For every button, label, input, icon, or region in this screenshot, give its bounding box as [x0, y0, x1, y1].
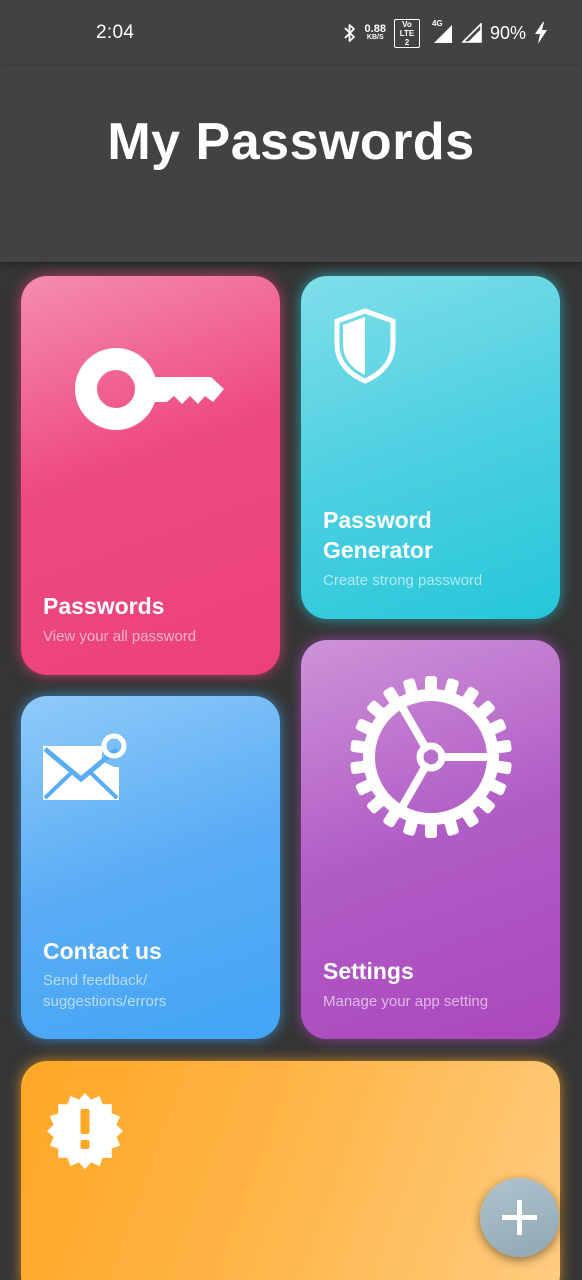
bluetooth-icon	[343, 24, 355, 42]
passwords-title: Passwords	[43, 593, 165, 619]
signal-4g: 4G	[428, 19, 454, 44]
signal-icon	[433, 25, 452, 43]
signal-icon	[461, 23, 482, 43]
mail-notification-icon	[43, 733, 127, 800]
plus-icon	[502, 1200, 537, 1235]
add-fab-button[interactable]	[480, 1178, 559, 1257]
key-icon	[75, 348, 224, 430]
settings-title: Settings	[323, 958, 414, 984]
passwords-card[interactable]: Passwords View your all password	[21, 276, 280, 675]
generator-title-line1: Password	[323, 507, 432, 533]
battery-percent: 90%	[489, 22, 526, 43]
contact-subtitle-line1: Send feedback/	[43, 972, 148, 989]
passwords-subtitle: View your all password	[43, 628, 197, 645]
net-speed-unit: KB/S	[366, 34, 384, 41]
status-bar: 2:04 0.88 KB/S Vo LTE 2 4G 90%	[0, 0, 582, 66]
page-title: My Passwords	[107, 113, 475, 171]
generator-title-line2: Generator	[323, 537, 433, 563]
gear-icon	[350, 676, 512, 838]
contact-title: Contact us	[43, 938, 162, 964]
contact-us-card[interactable]: Contact us Send feedback/ suggestions/er…	[21, 696, 280, 1039]
app-screen: 2:04 0.88 KB/S Vo LTE 2 4G 90% My Passwo…	[0, 0, 582, 1280]
charging-icon	[535, 22, 547, 44]
generator-subtitle: Create strong password	[323, 572, 483, 589]
alert-card[interactable]	[21, 1061, 560, 1280]
status-icons: 0.88 KB/S Vo LTE 2 4G 90%	[343, 18, 548, 48]
status-time: 2:04	[96, 22, 135, 43]
alert-badge-icon	[47, 1093, 123, 1169]
net-speed-value: 0.88	[364, 23, 386, 35]
settings-card[interactable]: Settings Manage your app setting	[301, 640, 560, 1039]
password-generator-card[interactable]: Password Generator Create strong passwor…	[301, 276, 560, 619]
shield-icon	[334, 308, 396, 384]
contact-subtitle-line2: suggestions/errors	[43, 993, 167, 1010]
net-speed: 0.88 KB/S	[365, 24, 386, 42]
settings-subtitle: Manage your app setting	[323, 993, 489, 1010]
volte-badge: Vo LTE 2	[393, 18, 420, 48]
